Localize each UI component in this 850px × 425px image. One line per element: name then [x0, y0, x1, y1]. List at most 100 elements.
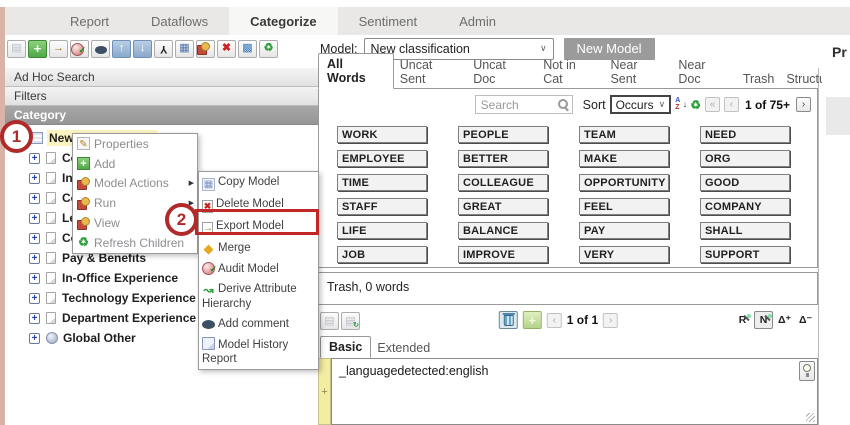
word-button[interactable]: ORG	[700, 150, 790, 167]
first-page-button[interactable]: «	[705, 97, 720, 112]
menu-item-merge[interactable]: ◆Merge	[199, 238, 318, 258]
nav-tab-categorize[interactable]: Categorize	[229, 7, 337, 35]
expand-icon[interactable]: +	[29, 273, 40, 284]
move-down-button[interactable]: ↓	[133, 40, 152, 58]
attr-plus-tool-button[interactable]: Δ⁺	[775, 311, 794, 329]
nav-tab-dataflows[interactable]: Dataflows	[130, 7, 229, 35]
menu-item-label: Copy Model	[218, 176, 279, 188]
word-button[interactable]: PEOPLE	[458, 126, 548, 143]
expand-icon[interactable]: +	[29, 213, 40, 224]
word-button[interactable]: LIFE	[337, 222, 427, 239]
tab-trash[interactable]: Trash	[737, 69, 781, 89]
sort-select[interactable]: Occurs ∨	[610, 95, 672, 114]
add-category-button[interactable]: +	[28, 40, 47, 58]
rule-next-button[interactable]: ›	[603, 313, 618, 328]
next-page-button[interactable]: ›	[796, 97, 811, 112]
word-button[interactable]: NEED	[700, 126, 790, 143]
expand-icon[interactable]: +	[29, 313, 40, 324]
word-button[interactable]: TIME	[337, 174, 427, 191]
attr-minus-tool-button[interactable]: Δ⁻	[796, 311, 815, 329]
panel-view-button[interactable]: ▩	[238, 40, 257, 58]
word-button[interactable]: WORK	[337, 126, 427, 143]
menu-item-refresh-children[interactable]: ♻Refresh Children	[73, 233, 197, 253]
word-button[interactable]: GOOD	[700, 174, 790, 191]
word-button[interactable]: VERY	[579, 246, 669, 263]
menu-item-model-actions[interactable]: Model Actions▶	[73, 174, 197, 194]
menu-item-add-comment[interactable]: Add comment	[199, 314, 318, 334]
add-rule-button[interactable]: +	[523, 311, 542, 329]
tab-all-words[interactable]: All Words	[318, 53, 394, 89]
rule-prev-button[interactable]: ‹	[547, 313, 562, 328]
word-button[interactable]: TEAM	[579, 126, 669, 143]
word-button[interactable]: COMPANY	[700, 198, 790, 215]
model-actions-button[interactable]	[196, 40, 215, 58]
tab-basic[interactable]: Basic	[320, 336, 371, 358]
save-rule-button[interactable]: ▤	[320, 312, 339, 330]
word-button[interactable]: STAFF	[337, 198, 427, 215]
r-tool-button[interactable]: R	[733, 311, 752, 329]
grid-view-button[interactable]: ▦	[175, 40, 194, 58]
nav-tab-sentiment[interactable]: Sentiment	[338, 7, 439, 35]
menu-item-add[interactable]: +Add	[73, 154, 197, 174]
menu-item-derive-attribute-hierarchy[interactable]: ↝Derive Attribute Hierarchy	[199, 279, 318, 314]
sidebar-section-filters[interactable]: Filters	[5, 87, 318, 106]
delete-button[interactable]: ✖	[217, 40, 236, 58]
menu-item-audit-model[interactable]: Audit Model	[199, 258, 318, 279]
refresh-button[interactable]: ♻	[259, 40, 278, 58]
tree-item-label: Global Other	[63, 331, 136, 345]
expand-icon[interactable]: +	[29, 233, 40, 244]
hierarchy-button[interactable]: Y	[154, 40, 173, 58]
prev-page-button[interactable]: ‹	[724, 97, 739, 112]
menu-item-properties[interactable]: ✎Properties	[73, 134, 197, 154]
right-panel-button-stub[interactable]	[826, 97, 850, 135]
delete-rule-button[interactable]	[499, 311, 518, 329]
tab-not-in-cat[interactable]: Not in Cat	[537, 55, 604, 89]
word-button[interactable]: GREAT	[458, 198, 548, 215]
refresh-words-icon[interactable]: ♻	[690, 98, 701, 112]
resize-handle[interactable]	[806, 413, 815, 422]
word-button[interactable]: PAY	[579, 222, 669, 239]
menu-item-label: Audit Model	[218, 263, 279, 275]
refresh-icon: ♻	[77, 236, 90, 249]
word-button[interactable]: FEEL	[579, 198, 669, 215]
word-button[interactable]: SUPPORT	[700, 246, 790, 263]
save-button[interactable]: ▤	[7, 40, 26, 58]
tab-uncat-sent[interactable]: Uncat Sent	[394, 55, 467, 89]
word-button[interactable]: JOB	[337, 246, 427, 263]
condition-textarea[interactable]: _languagedetected:english	[331, 358, 818, 425]
tab-near-doc[interactable]: Near Doc	[672, 55, 736, 89]
word-button[interactable]: MAKE	[579, 150, 669, 167]
expand-icon[interactable]: +	[29, 153, 40, 164]
expand-icon[interactable]: +	[29, 293, 40, 304]
word-button[interactable]: COLLEAGUE	[458, 174, 548, 191]
tab-near-sent[interactable]: Near Sent	[604, 55, 672, 89]
word-button[interactable]: SHALL	[700, 222, 790, 239]
save-refresh-rule-button[interactable]: ▤↻	[341, 312, 360, 330]
nav-tab-report[interactable]: Report	[49, 7, 130, 35]
tab-uncat-doc[interactable]: Uncat Doc	[467, 55, 537, 89]
word-button[interactable]: IMPROVE	[458, 246, 548, 263]
sort-az-icon[interactable]: AZ	[675, 97, 686, 112]
word-button[interactable]: EMPLOYEE	[337, 150, 427, 167]
tab-extended[interactable]: Extended	[371, 338, 436, 358]
audit-button[interactable]	[70, 40, 89, 58]
comment-button[interactable]	[91, 40, 110, 58]
expand-icon[interactable]: +	[29, 193, 40, 204]
add-condition-button[interactable]: +	[318, 358, 331, 425]
attr-plus-label: Δ⁺	[778, 314, 791, 326]
word-button[interactable]: OPPORTUNITY	[579, 174, 669, 191]
word-button[interactable]: BALANCE	[458, 222, 548, 239]
move-up-button[interactable]: ↑	[112, 40, 131, 58]
word-button[interactable]: BETTER	[458, 150, 548, 167]
suggest-button[interactable]	[799, 361, 815, 381]
sidebar-section-category[interactable]: Category	[5, 106, 318, 125]
sidebar-section-adhoc-search[interactable]: Ad Hoc Search	[5, 68, 318, 87]
expand-icon[interactable]: +	[29, 173, 40, 184]
export-button[interactable]: →	[49, 40, 68, 58]
expand-icon[interactable]: +	[29, 253, 40, 264]
menu-item-model-history-report[interactable]: Model History Report	[199, 334, 318, 369]
expand-icon[interactable]: +	[29, 333, 40, 344]
n-tool-button[interactable]: N	[754, 311, 773, 329]
nav-tab-admin[interactable]: Admin	[438, 7, 517, 35]
menu-item-copy-model[interactable]: ▦Copy Model	[199, 172, 318, 194]
